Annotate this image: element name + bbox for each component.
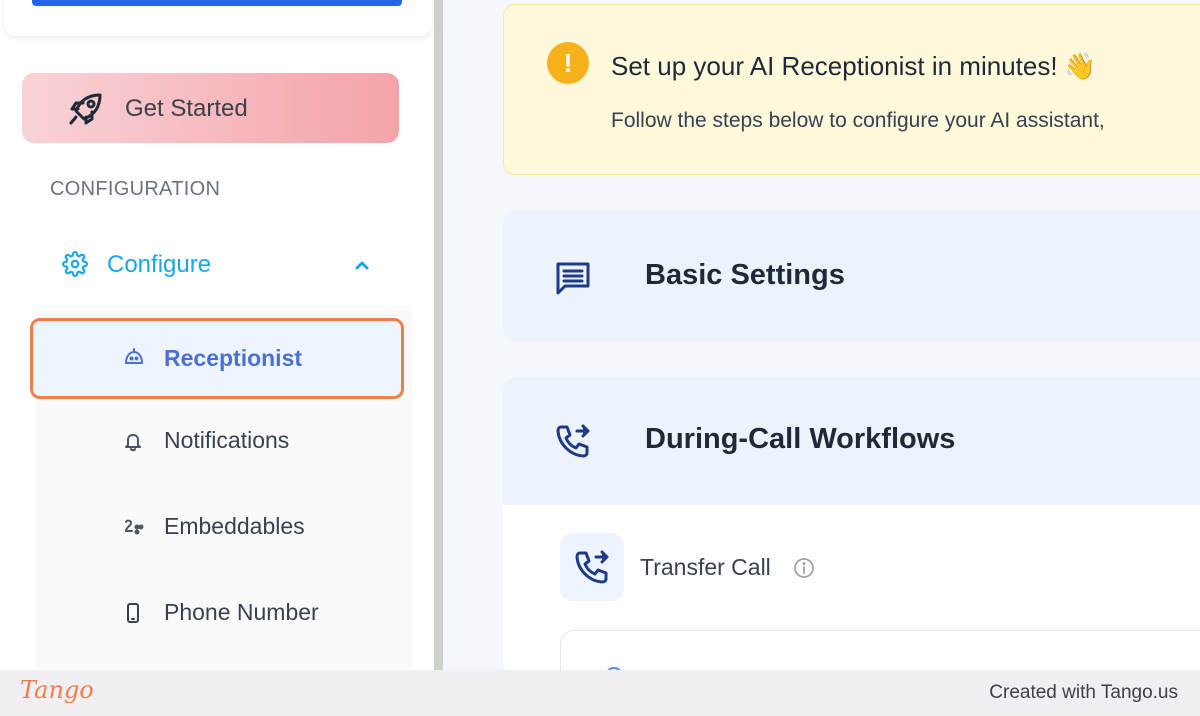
sidebar-item-receptionist[interactable]: Receptionist xyxy=(30,318,404,399)
sidebar-scrollbar[interactable] xyxy=(434,0,443,670)
banner-subtitle: Follow the steps below to configure your… xyxy=(611,109,1105,132)
warning-icon: ! xyxy=(547,42,589,84)
gear-icon xyxy=(62,251,88,277)
top-card xyxy=(4,0,432,36)
tango-footer: Tango Created with Tango.us xyxy=(0,670,1200,716)
configure-label: Configure xyxy=(107,251,212,278)
section-title: Basic Settings xyxy=(645,259,845,291)
phone-transfer-icon xyxy=(556,424,590,458)
sidebar-item-label: Phone Number xyxy=(164,599,319,625)
banner-title-text: Set up your AI Receptionist in minutes! xyxy=(611,51,1058,81)
rocket-icon xyxy=(69,93,102,125)
sidebar-item-notifications[interactable]: Notifications xyxy=(36,412,412,472)
section-label-configuration: CONFIGURATION xyxy=(50,178,221,200)
sidebar-item-label: Embeddables xyxy=(164,513,305,539)
sidebar-item-phone-number[interactable]: Phone Number xyxy=(36,584,412,644)
basic-settings-section[interactable]: Basic Settings xyxy=(503,211,1200,341)
configure-menu-toggle[interactable]: Configure xyxy=(50,245,400,285)
footer-credit: Created with Tango.us xyxy=(989,682,1178,703)
sidebar-item-embeddables[interactable]: Embeddables xyxy=(36,498,412,558)
tango-logo: Tango xyxy=(20,676,94,704)
during-call-workflows-header[interactable]: During-Call Workflows xyxy=(503,377,1200,505)
sidebar-item-label: Notifications xyxy=(164,427,290,453)
phone-icon xyxy=(127,603,139,623)
transfer-call-icon-box xyxy=(560,533,624,601)
waving-hand-icon: 👋 xyxy=(1063,51,1096,81)
chat-lines-icon xyxy=(556,262,590,295)
robot-icon xyxy=(124,348,144,364)
phone-transfer-icon xyxy=(575,550,609,584)
chevron-up-icon xyxy=(355,261,369,270)
embed-icon xyxy=(124,519,144,535)
info-icon[interactable] xyxy=(793,557,815,579)
section-title: During-Call Workflows xyxy=(645,423,956,455)
get-started-label: Get Started xyxy=(125,95,248,122)
setup-banner: ! Set up your AI Receptionist in minutes… xyxy=(503,4,1200,175)
sidebar: Get Started CONFIGURATION Configure Rece… xyxy=(0,0,434,670)
bell-icon xyxy=(125,434,141,452)
during-call-workflows-section: During-Call Workflows Transfer Call xyxy=(503,377,1200,670)
banner-title: Set up your AI Receptionist in minutes! 👋 xyxy=(611,51,1096,82)
top-accent-bar xyxy=(32,0,402,6)
transfer-call-label: Transfer Call xyxy=(640,554,771,580)
main-content: ! Set up your AI Receptionist in minutes… xyxy=(443,0,1200,670)
get-started-button[interactable]: Get Started xyxy=(22,73,399,143)
transfer-call-config-card xyxy=(560,630,1200,670)
sidebar-item-label: Receptionist xyxy=(164,345,303,371)
